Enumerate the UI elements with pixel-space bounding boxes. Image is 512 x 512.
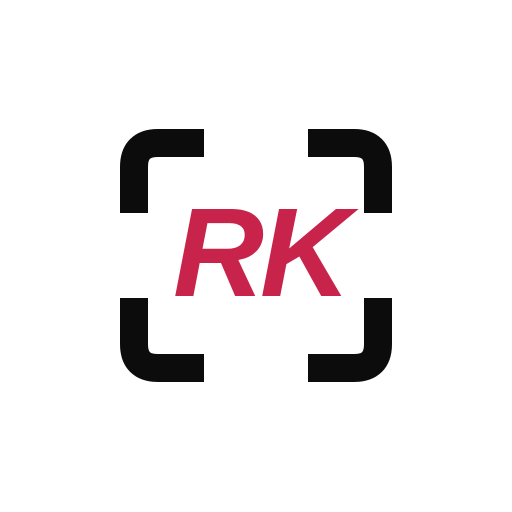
- logo-canvas: RK: [0, 0, 512, 512]
- logo-wordmark: RK: [173, 182, 351, 323]
